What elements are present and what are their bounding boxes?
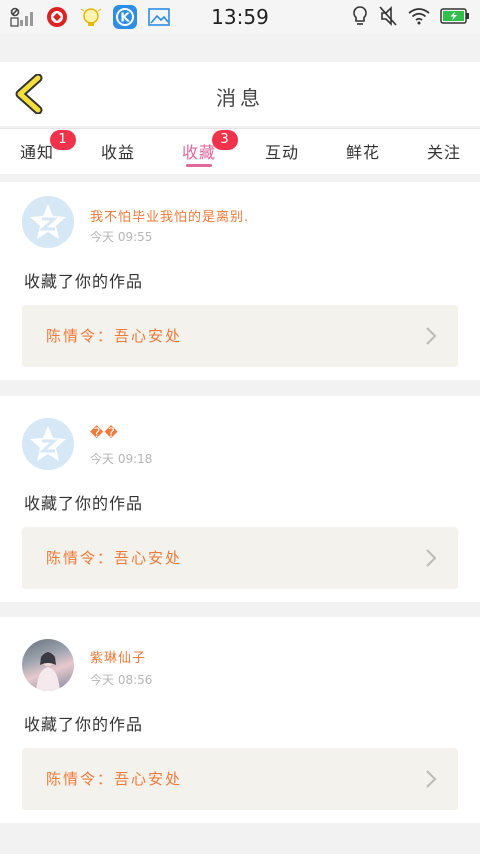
work-title: 陈情令：吾心安处 [46, 327, 183, 345]
battery-charging-icon [440, 8, 470, 28]
tab-notifications[interactable]: 通知 1 [20, 130, 76, 163]
chevron-right-icon [426, 549, 437, 567]
timestamp: 今天 09:18 [90, 452, 153, 466]
work-title: 陈情令：吾心安处 [46, 549, 183, 567]
tab-label: 互动 [265, 143, 300, 162]
tab-label: 关注 [427, 143, 462, 162]
action-text: 收藏了你的作品 [24, 272, 144, 291]
message-card: 我不怕毕业我怕的是离别. 今天 09:55 收藏了你的作品 陈情令：吾心安处 [0, 182, 480, 380]
user-photo-icon [36, 652, 60, 691]
bulb-outline-icon [352, 5, 368, 31]
work-link[interactable]: 陈情令：吾心安处 [22, 527, 458, 589]
avatar[interactable] [22, 196, 74, 248]
username[interactable]: �� [90, 426, 119, 441]
chevron-right-icon [426, 770, 437, 788]
default-avatar-icon [22, 196, 74, 248]
header: 消息 [0, 62, 480, 126]
tab-favorites[interactable]: 收藏 3 [182, 130, 238, 163]
work-link[interactable]: 陈情令：吾心安处 [22, 305, 458, 367]
avatar[interactable] [22, 639, 74, 691]
tab-earnings[interactable]: 收益 [101, 139, 135, 163]
wifi-icon [408, 7, 430, 29]
active-tab-indicator [186, 164, 212, 167]
tab-label: 通知 [20, 143, 55, 162]
default-avatar-icon [22, 418, 74, 470]
tab-flowers[interactable]: 鲜花 [346, 139, 380, 163]
tab-following[interactable]: 关注 [427, 139, 461, 163]
page-title: 消息 [216, 86, 264, 110]
tab-interactions[interactable]: 互动 [265, 139, 299, 163]
action-text: 收藏了你的作品 [24, 715, 144, 734]
message-card: �� 今天 09:18 收藏了你的作品 陈情令：吾心安处 [0, 396, 480, 602]
mute-icon [378, 5, 398, 31]
username[interactable]: 紫琳仙子 [90, 647, 146, 666]
unread-badge: 3 [212, 130, 238, 150]
chevron-right-icon [426, 327, 437, 345]
tab-label: 鲜花 [346, 143, 381, 162]
timestamp: 今天 09:55 [90, 230, 153, 244]
action-text: 收藏了你的作品 [24, 494, 144, 513]
unread-badge: 1 [50, 130, 76, 150]
tab-label: 收藏 [182, 143, 217, 162]
work-link[interactable]: 陈情令：吾心安处 [22, 748, 458, 810]
work-title: 陈情令：吾心安处 [46, 770, 183, 788]
timestamp: 今天 08:56 [90, 673, 153, 687]
status-bar: K 13:59 [0, 0, 480, 34]
message-card: 紫琳仙子 今天 08:56 收藏了你的作品 陈情令：吾心安处 [0, 617, 480, 823]
tab-bar: 通知 1 收益 收藏 3 互动 鲜花 关注 [0, 128, 480, 174]
avatar[interactable] [22, 418, 74, 470]
username[interactable]: 我不怕毕业我怕的是离别. [90, 206, 249, 225]
tab-label: 收益 [101, 143, 136, 162]
